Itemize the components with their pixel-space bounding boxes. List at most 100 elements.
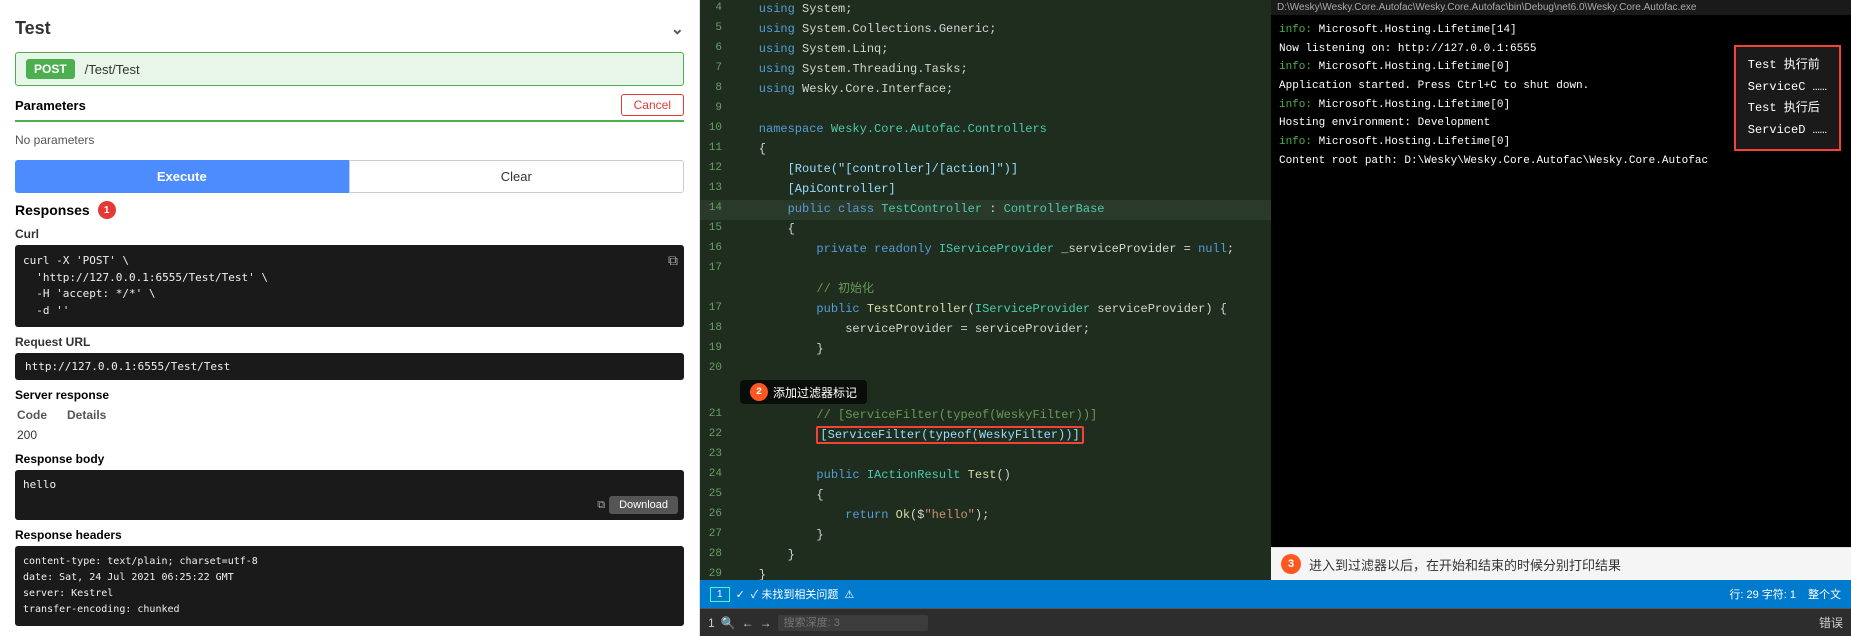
code-line-19: 18 serviceProvider = serviceProvider; [700,320,1271,340]
responses-section: Responses 1 [15,201,684,219]
tab-num: 1 [710,587,730,602]
code-line-8: 8 using Wesky.Core.Interface; [700,80,1271,100]
tab-indicator: 1 [710,588,730,600]
response-headers-label: Response headers [15,528,684,542]
curl-box: curl -X 'POST' \ 'http://127.0.0.1:6555/… [15,245,684,327]
details-column-header: Details [67,408,106,422]
endpoint-bar: POST /Test/Test [15,52,684,86]
bottom-status-bar: 1 ✓ ✓ 未找到相关问题 ⚠ 行: 29 字符: 1 整个文 [700,580,1851,608]
responses-badge: 1 [98,201,116,219]
error-label: 错误 [1819,614,1843,631]
highlight-filter-attr: [ServiceFilter(typeof(WeskyFilter))] [816,426,1083,444]
code-line-20: 19 } [700,340,1271,360]
copy-icon[interactable]: ⧉ [668,251,678,272]
no-params-label: No parameters [15,128,684,152]
status-code-200: 200 [17,428,37,442]
bubble-2-text: 添加过滤器标记 [773,384,857,401]
tab-label: 1 [708,616,715,630]
responses-header: Responses 1 [15,201,684,219]
execute-button[interactable]: Execute [15,160,349,193]
code-line-14: 14 public class TestController : Control… [700,200,1271,220]
search-icon: 🔍 [721,616,736,630]
request-url-label: Request URL [15,335,684,349]
code-line-22: 21 // [ServiceFilter(typeof(WeskyFilter)… [700,406,1271,426]
terminal-log-area[interactable]: info: Microsoft.Hosting.Lifetime[14] Now… [1271,15,1851,547]
no-issues-label: ✓ 未找到相关问题 [751,586,839,602]
code-line-7: 7 using System.Threading.Tasks; [700,60,1271,80]
search-input[interactable] [778,615,928,631]
annotation-2-container: 2 添加过滤器标记 [740,380,1271,404]
code-row: 200 [15,426,684,444]
curl-label: Curl [15,227,684,241]
circle-3: 3 [1281,554,1301,574]
execute-clear-bar: Execute Clear [15,160,684,193]
code-line-26: 25 { [700,486,1271,506]
result-line-4: ServiceD …… [1748,120,1827,142]
server-response-section: Server response Code Details 200 [15,388,684,444]
response-body-content: hello [23,478,56,491]
swagger-panel: Test ⌄ POST /Test/Test Parameters Cancel… [0,0,700,636]
response-body-section: Response body hello ⧉ Download [15,452,684,520]
code-line-10: 10 namespace Wesky.Core.Autofac.Controll… [700,120,1271,140]
code-line-23: 22 [ServiceFilter(typeof(WeskyFilter))] [700,426,1271,446]
code-line-13: 13 [ApiController] [700,180,1271,200]
server-response-label: Server response [15,388,684,402]
curl-code: curl -X 'POST' \ 'http://127.0.0.1:6555/… [23,254,268,317]
code-line-11: 11 { [700,140,1271,160]
endpoint-path: /Test/Test [85,62,140,77]
response-headers-section: Response headers content-type: text/plai… [15,528,684,626]
cancel-button[interactable]: Cancel [621,94,684,116]
terminal-panel: D:\Wesky\Wesky.Core.Autofac\Wesky.Core.A… [1271,0,1851,580]
response-body-label: Response body [15,452,684,466]
arrow-right-icon[interactable]: → [760,616,772,630]
code-line-30: 29 } [700,566,1271,580]
responses-title: Responses [15,202,90,218]
response-actions: ⧉ Download [597,496,678,514]
code-line-24: 23 [700,446,1271,466]
parameters-section: Parameters Cancel No parameters [15,94,684,152]
editor-search-bar: 1 🔍 ← → 错误 [700,608,1851,636]
code-line-21: 20 [700,360,1271,380]
code-line-9: 9 [700,100,1271,120]
code-column-header: Code [17,408,47,422]
code-line-17b: // 初始化 [700,280,1271,300]
curl-section: Curl curl -X 'POST' \ 'http://127.0.0.1:… [15,227,684,327]
result-line-2: ServiceC …… [1748,77,1827,99]
result-box: Test 执行前 ServiceC …… Test 执行后 ServiceD …… [1734,45,1841,151]
code-line-6: 6 using System.Linq; [700,40,1271,60]
response-body-box: hello ⧉ Download [15,470,684,520]
log-line-8: Content root path: D:\Wesky\Wesky.Core.A… [1279,152,1843,171]
log-line-1: info: Microsoft.Hosting.Lifetime[14] [1279,21,1843,40]
params-header: Parameters Cancel [15,94,684,122]
code-line-27: 26 return Ok($"hello"); [700,506,1271,526]
method-badge: POST [26,59,75,79]
line-info: 行: 29 字符: 1 [1729,586,1796,602]
response-headers-box: content-type: text/plain; charset=utf-8 … [15,546,684,626]
arrow-left-icon[interactable]: ← [742,616,754,630]
response-copy-icon[interactable]: ⧉ [597,498,605,512]
right-panel: 4 using System; 5 using System.Collectio… [700,0,1851,636]
chevron-down-icon[interactable]: ⌄ [671,19,684,39]
annotation-3-text: 进入到过滤器以后，在开始和结束的时候分别打印结果 [1309,555,1621,574]
code-line-28: 27 } [700,526,1271,546]
no-issues-icon: ✓ [736,588,745,601]
test-header: Test ⌄ [0,10,699,47]
download-button[interactable]: Download [609,496,678,514]
request-url-box: http://127.0.0.1:6555/Test/Test [15,353,684,380]
code-details-header: Code Details [15,408,684,422]
terminal-path: D:\Wesky\Wesky.Core.Autofac\Wesky.Core.A… [1277,2,1696,13]
code-line-5: 5 using System.Collections.Generic; [700,20,1271,40]
encoding-label: 整个文 [1808,586,1841,602]
terminal-title-bar: D:\Wesky\Wesky.Core.Autofac\Wesky.Core.A… [1271,0,1851,15]
status-left: 1 ✓ ✓ 未找到相关问题 ⚠ [710,586,854,602]
response-headers-content: content-type: text/plain; charset=utf-8 … [23,556,258,615]
code-line-18: 17 public TestController(IServiceProvide… [700,300,1271,320]
params-title: Parameters [15,98,86,113]
clear-button[interactable]: Clear [349,160,685,193]
warning-icon: ⚠ [844,588,854,601]
terminal-content: info: Microsoft.Hosting.Lifetime[14] Now… [1271,15,1851,547]
code-line-15: 15 { [700,220,1271,240]
right-top: 4 using System; 5 using System.Collectio… [700,0,1851,580]
code-line-4: 4 using System; [700,0,1271,20]
code-editor[interactable]: 4 using System; 5 using System.Collectio… [700,0,1271,580]
